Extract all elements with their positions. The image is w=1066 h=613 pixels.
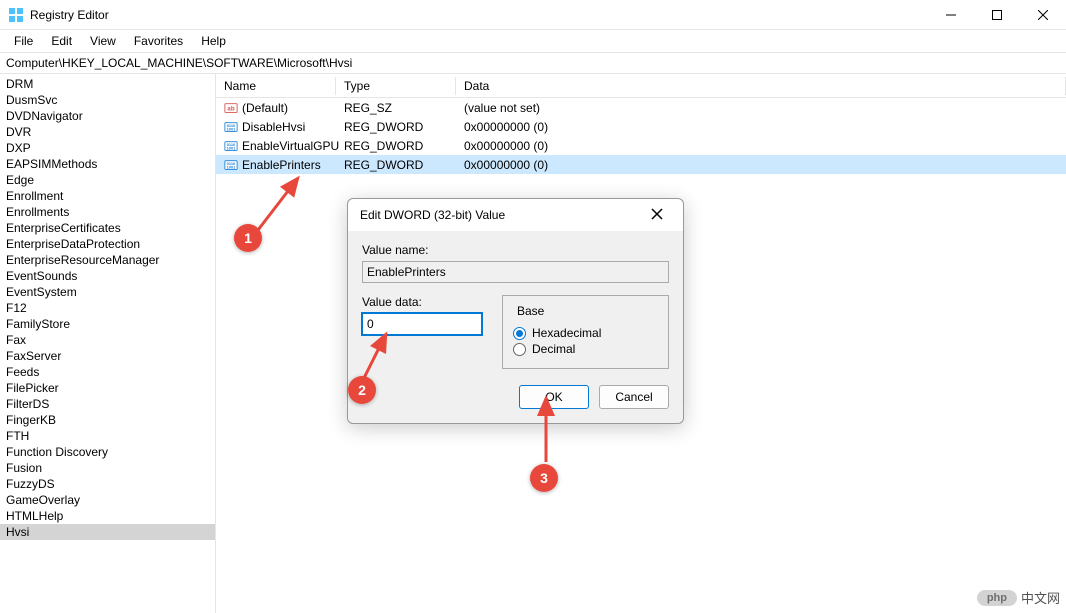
tree-item[interactable]: DusmSvc xyxy=(0,92,215,108)
edit-dword-dialog: Edit DWORD (32-bit) Value Value name: Va… xyxy=(347,198,684,424)
tree-item[interactable]: FilterDS xyxy=(0,396,215,412)
tree-item[interactable]: EventSystem xyxy=(0,284,215,300)
value-data-label: Value data: xyxy=(362,295,482,309)
cell-type: REG_SZ xyxy=(336,101,456,115)
menu-edit[interactable]: Edit xyxy=(43,32,80,50)
arrow-3 xyxy=(536,390,556,470)
tree-item[interactable]: Feeds xyxy=(0,364,215,380)
callout-1: 1 xyxy=(234,224,262,252)
list-row[interactable]: 01101001DisableHvsiREG_DWORD0x00000000 (… xyxy=(216,117,1066,136)
value-name-input[interactable] xyxy=(362,261,669,283)
radio-icon xyxy=(513,343,526,356)
dec-label: Decimal xyxy=(532,342,575,356)
col-header-name[interactable]: Name xyxy=(216,77,336,95)
cell-type: REG_DWORD xyxy=(336,139,456,153)
tree-item[interactable]: FingerKB xyxy=(0,412,215,428)
tree-item[interactable]: EnterpriseCertificates xyxy=(0,220,215,236)
tree-item[interactable]: DVDNavigator xyxy=(0,108,215,124)
radio-decimal[interactable]: Decimal xyxy=(513,342,658,356)
hex-label: Hexadecimal xyxy=(532,326,601,340)
cell-data: 0x00000000 (0) xyxy=(456,158,1066,172)
cell-data: 0x00000000 (0) xyxy=(456,139,1066,153)
callout-2: 2 xyxy=(348,376,376,404)
list-header: Name Type Data xyxy=(216,74,1066,98)
tree-item[interactable]: EAPSIMMethods xyxy=(0,156,215,172)
tree-item[interactable]: Hvsi xyxy=(0,524,215,540)
close-icon xyxy=(651,208,663,220)
tree-item[interactable]: Fusion xyxy=(0,460,215,476)
tree-item[interactable]: FaxServer xyxy=(0,348,215,364)
menu-favorites[interactable]: Favorites xyxy=(126,32,191,50)
menu-file[interactable]: File xyxy=(6,32,41,50)
watermark: php 中文网 xyxy=(977,588,1060,607)
tree-item[interactable]: F12 xyxy=(0,300,215,316)
dialog-title: Edit DWORD (32-bit) Value xyxy=(360,208,643,222)
menu-help[interactable]: Help xyxy=(193,32,234,50)
window-title: Registry Editor xyxy=(30,8,928,22)
radio-icon xyxy=(513,327,526,340)
dialog-titlebar[interactable]: Edit DWORD (32-bit) Value xyxy=(348,199,683,231)
callout-3: 3 xyxy=(530,464,558,492)
cell-data: 0x00000000 (0) xyxy=(456,120,1066,134)
svg-text:1001: 1001 xyxy=(227,126,237,131)
tree-item[interactable]: DXP xyxy=(0,140,215,156)
tree-item[interactable]: HTMLHelp xyxy=(0,508,215,524)
cell-type: REG_DWORD xyxy=(336,158,456,172)
tree-item[interactable]: Edge xyxy=(0,172,215,188)
cell-name: 01101001EnableVirtualGPU xyxy=(216,139,336,153)
base-fieldset: Base Hexadecimal Decimal xyxy=(502,295,669,369)
dialog-close-button[interactable] xyxy=(643,203,671,227)
svg-text:ab: ab xyxy=(227,105,234,112)
address-bar[interactable]: Computer\HKEY_LOCAL_MACHINE\SOFTWARE\Mic… xyxy=(0,52,1066,74)
address-text: Computer\HKEY_LOCAL_MACHINE\SOFTWARE\Mic… xyxy=(6,56,352,70)
menu-view[interactable]: View xyxy=(82,32,124,50)
minimize-button[interactable] xyxy=(928,0,974,30)
tree-item[interactable]: Fax xyxy=(0,332,215,348)
tree-item[interactable]: EnterpriseResourceManager xyxy=(0,252,215,268)
watermark-badge: php xyxy=(977,590,1017,606)
list-row[interactable]: 01101001EnableVirtualGPUREG_DWORD0x00000… xyxy=(216,136,1066,155)
col-header-type[interactable]: Type xyxy=(336,77,456,95)
dialog-body: Value name: Value data: Base Hexadecimal… xyxy=(348,231,683,423)
tree-item[interactable]: FamilyStore xyxy=(0,316,215,332)
dialog-buttons: OK Cancel xyxy=(362,385,669,409)
svg-text:1001: 1001 xyxy=(227,145,237,150)
tree-item[interactable]: DVR xyxy=(0,124,215,140)
titlebar: Registry Editor xyxy=(0,0,1066,30)
window-controls xyxy=(928,0,1066,30)
value-name-label: Value name: xyxy=(362,243,669,257)
close-button[interactable] xyxy=(1020,0,1066,30)
tree-item[interactable]: EnterpriseDataProtection xyxy=(0,236,215,252)
tree-item[interactable]: GameOverlay xyxy=(0,492,215,508)
tree-item[interactable]: DRM xyxy=(0,76,215,92)
svg-text:1001: 1001 xyxy=(227,164,237,169)
menubar: File Edit View Favorites Help xyxy=(0,30,1066,52)
tree-item[interactable]: Enrollment xyxy=(0,188,215,204)
base-label: Base xyxy=(513,304,548,318)
tree-panel[interactable]: DRMDusmSvcDVDNavigatorDVRDXPEAPSIMMethod… xyxy=(0,74,216,613)
list-row[interactable]: 01101001EnablePrintersREG_DWORD0x0000000… xyxy=(216,155,1066,174)
cell-name: ab(Default) xyxy=(216,101,336,115)
cell-name: 01101001DisableHvsi xyxy=(216,120,336,134)
tree-item[interactable]: FilePicker xyxy=(0,380,215,396)
col-header-data[interactable]: Data xyxy=(456,77,1066,95)
watermark-text: 中文网 xyxy=(1021,588,1060,607)
tree-item[interactable]: FTH xyxy=(0,428,215,444)
tree-item[interactable]: FuzzyDS xyxy=(0,476,215,492)
cancel-button[interactable]: Cancel xyxy=(599,385,669,409)
arrow-1 xyxy=(250,168,310,238)
regedit-icon xyxy=(8,7,24,23)
list-row[interactable]: ab(Default)REG_SZ(value not set) xyxy=(216,98,1066,117)
cell-data: (value not set) xyxy=(456,101,1066,115)
tree-item[interactable]: Function Discovery xyxy=(0,444,215,460)
cell-type: REG_DWORD xyxy=(336,120,456,134)
tree-item[interactable]: EventSounds xyxy=(0,268,215,284)
radio-hexadecimal[interactable]: Hexadecimal xyxy=(513,326,658,340)
maximize-button[interactable] xyxy=(974,0,1020,30)
tree-item[interactable]: Enrollments xyxy=(0,204,215,220)
